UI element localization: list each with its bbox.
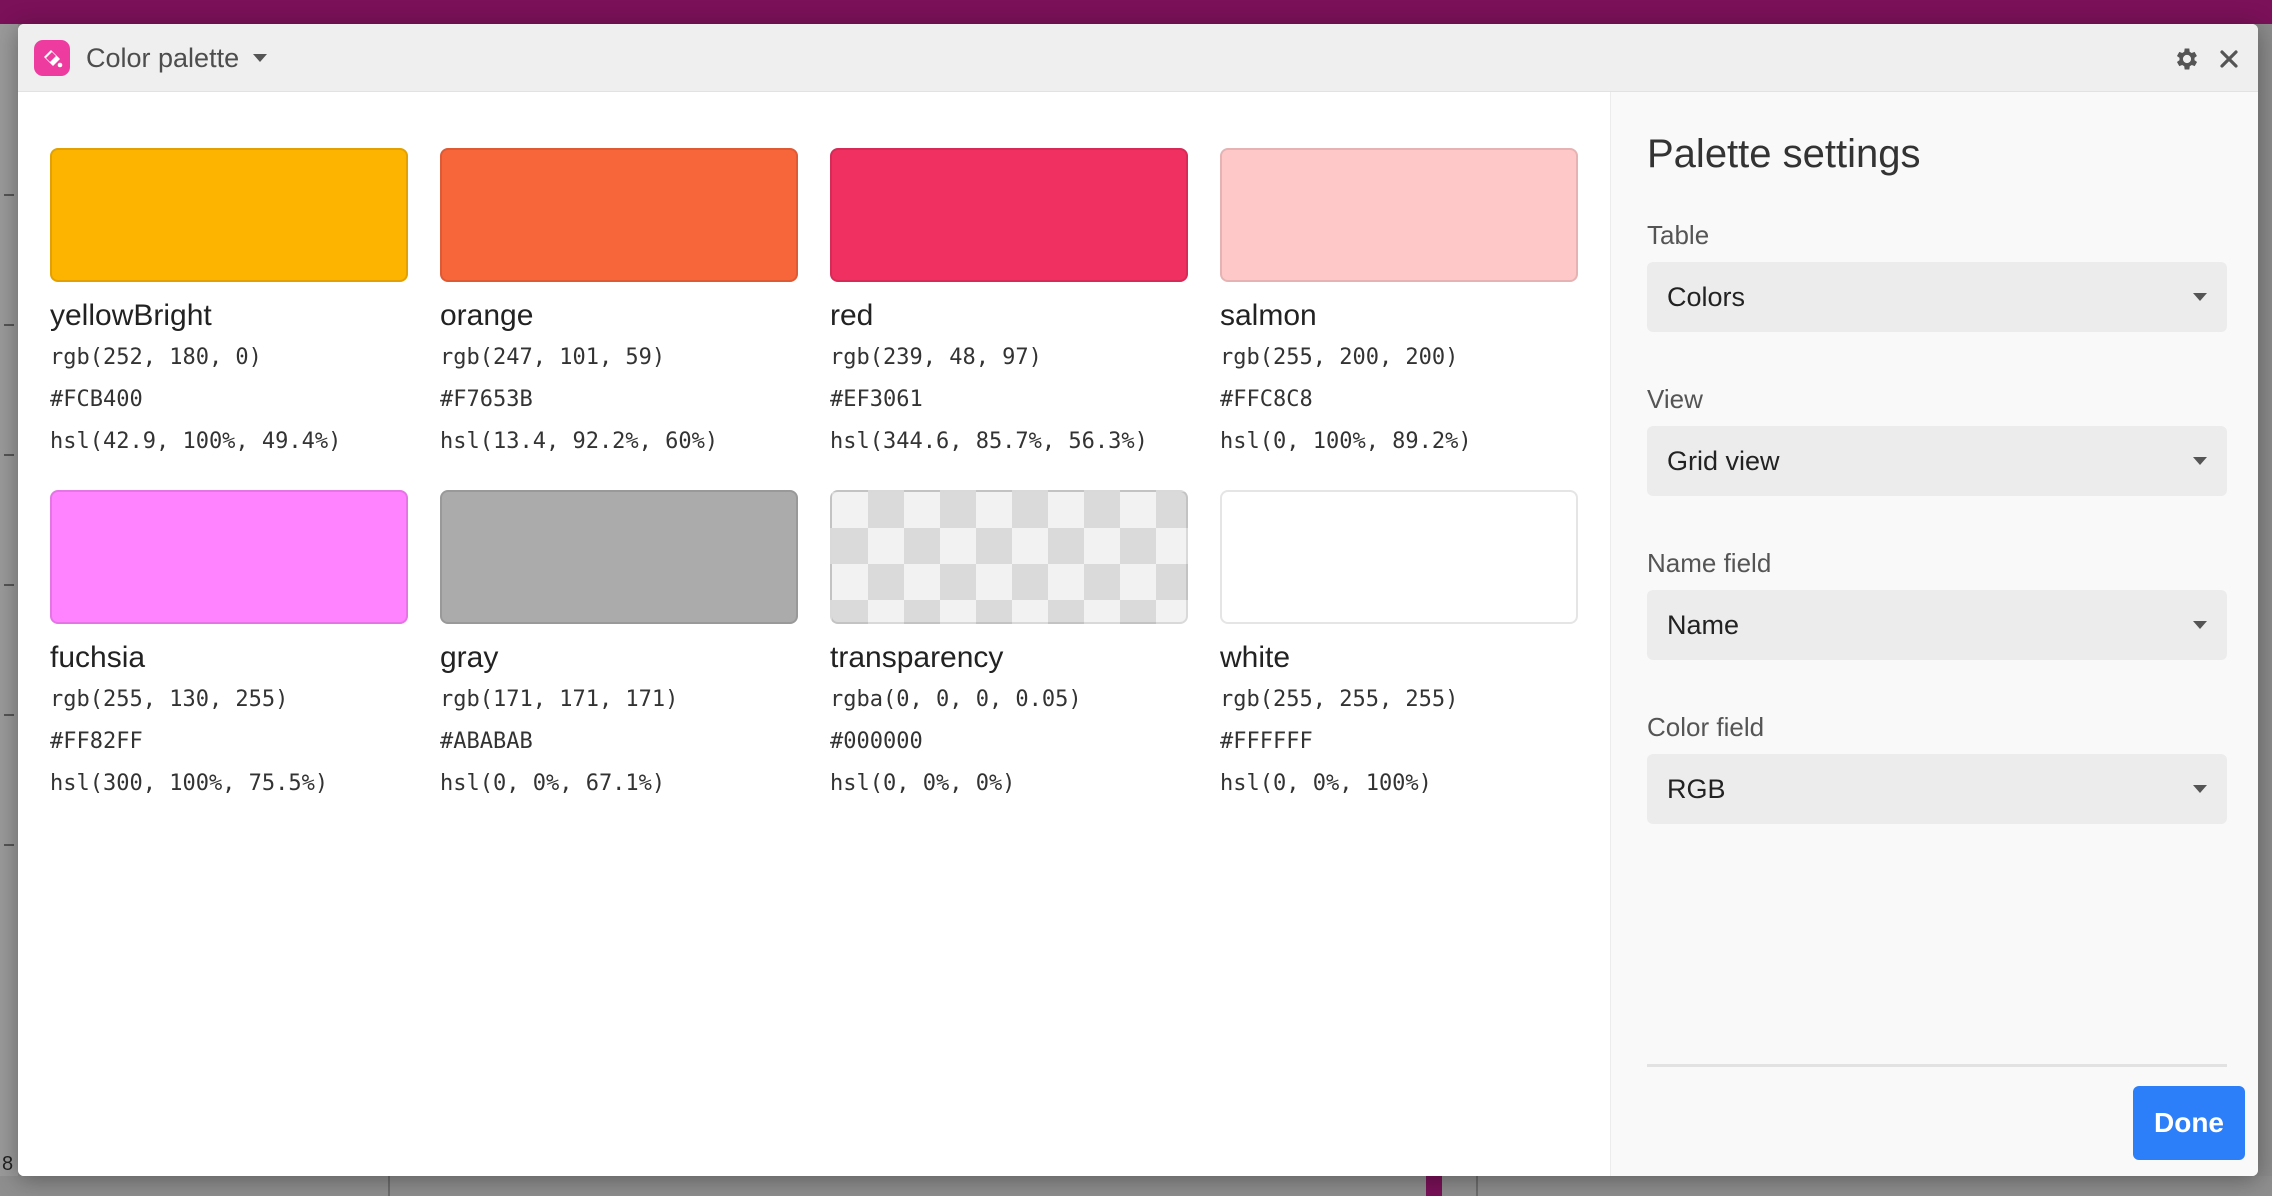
color-field-label: Color field bbox=[1647, 712, 1765, 742]
name-field-label: Name field bbox=[1647, 548, 1772, 578]
palette-settings-panel: Palette settings Table Colors View Grid … bbox=[1610, 92, 2258, 1176]
swatch-name: orange bbox=[440, 299, 534, 332]
swatch-hsl: hsl(13.4, 92.2%, 60%) bbox=[440, 429, 719, 454]
swatch-hsl: hsl(42.9, 100%, 49.4%) bbox=[50, 429, 342, 454]
swatch-rgb: rgb(252, 180, 0) bbox=[50, 345, 262, 370]
table-select[interactable]: Colors bbox=[1647, 262, 2227, 332]
swatch-card: salmon rgb(255, 200, 200) #FFC8C8 hsl(0,… bbox=[1220, 148, 1578, 478]
swatch-card: gray rgb(171, 171, 171) #ABABAB hsl(0, 0… bbox=[440, 490, 798, 820]
background-row-number: 8 bbox=[2, 1153, 14, 1175]
close-icon bbox=[2220, 50, 2238, 68]
color-swatch bbox=[50, 148, 408, 282]
chevron-down-icon bbox=[253, 54, 268, 62]
dialog-title: Color palette bbox=[86, 42, 240, 73]
done-button[interactable]: Done bbox=[2133, 1086, 2245, 1160]
swatch-hsl: hsl(0, 0%, 100%) bbox=[1220, 771, 1432, 796]
swatch-hex: #ABABAB bbox=[440, 729, 533, 754]
chevron-down-icon bbox=[2193, 457, 2207, 465]
color-field-select-value: RGB bbox=[1667, 773, 1726, 804]
swatch-hsl: hsl(0, 0%, 0%) bbox=[830, 771, 1016, 796]
swatch-rgb: rgb(247, 101, 59) bbox=[440, 345, 666, 370]
background-divider bbox=[388, 1176, 390, 1196]
swatch-card: red rgb(239, 48, 97) #EF3061 hsl(344.6, … bbox=[830, 148, 1188, 478]
settings-button[interactable] bbox=[2172, 44, 2202, 74]
background-grid-edge: 8 bbox=[0, 24, 18, 1196]
chevron-down-icon bbox=[2193, 621, 2207, 629]
gear-icon bbox=[2176, 48, 2198, 70]
chevron-down-icon bbox=[2193, 293, 2207, 301]
color-swatch bbox=[830, 148, 1188, 282]
swatch-rgb: rgb(239, 48, 97) bbox=[830, 345, 1042, 370]
swatch-card: yellowBright rgb(252, 180, 0) #FCB400 hs… bbox=[50, 148, 408, 478]
swatch-hex: #F7653B bbox=[440, 387, 533, 412]
color-swatch bbox=[440, 490, 798, 624]
color-swatch bbox=[440, 148, 798, 282]
swatch-name: yellowBright bbox=[50, 299, 212, 332]
background-grid-tick bbox=[4, 194, 14, 196]
background-top-bar bbox=[0, 0, 2272, 24]
background-bottom-strip bbox=[0, 1176, 2272, 1196]
swatch-name: salmon bbox=[1220, 299, 1317, 332]
swatch-rgb: rgb(255, 200, 200) bbox=[1220, 345, 1459, 370]
close-button[interactable] bbox=[2214, 44, 2244, 74]
background-grid-tick bbox=[4, 844, 14, 846]
view-select[interactable]: Grid view bbox=[1647, 426, 2227, 496]
swatch-card: fuchsia rgb(255, 130, 255) #FF82FF hsl(3… bbox=[50, 490, 408, 820]
background-accent-bar bbox=[1426, 1176, 1442, 1196]
swatch-card: white rgb(255, 255, 255) #FFFFFF hsl(0, … bbox=[1220, 490, 1578, 820]
swatch-hex: #000000 bbox=[830, 729, 923, 754]
background-grid-tick bbox=[4, 454, 14, 456]
swatch-hex: #FF82FF bbox=[50, 729, 143, 754]
settings-divider bbox=[1647, 1064, 2227, 1067]
settings-title: Palette settings bbox=[1647, 132, 1921, 176]
swatch-name: gray bbox=[440, 641, 499, 674]
palette-title-dropdown[interactable]: Color palette bbox=[86, 24, 268, 92]
swatch-hex: #EF3061 bbox=[830, 387, 923, 412]
swatch-hsl: hsl(0, 0%, 67.1%) bbox=[440, 771, 666, 796]
background-divider bbox=[1476, 1176, 1478, 1196]
name-field-select[interactable]: Name bbox=[1647, 590, 2227, 660]
background-grid-tick bbox=[4, 714, 14, 716]
table-select-value: Colors bbox=[1667, 281, 1746, 312]
swatch-card: orange rgb(247, 101, 59) #F7653B hsl(13.… bbox=[440, 148, 798, 478]
view-label: View bbox=[1647, 384, 1703, 414]
table-label: Table bbox=[1647, 220, 1710, 250]
swatch-name: transparency bbox=[830, 641, 1004, 674]
chevron-down-icon bbox=[2193, 785, 2207, 793]
swatch-rgb: rgba(0, 0, 0, 0.05) bbox=[830, 687, 1082, 712]
swatch-hsl: hsl(344.6, 85.7%, 56.3%) bbox=[830, 429, 1148, 454]
color-swatch bbox=[50, 490, 408, 624]
transparency-swatch bbox=[830, 490, 1188, 624]
view-select-value: Grid view bbox=[1667, 445, 1780, 476]
color-palette-dialog: Color palette yellowBright rgb(252, 180,… bbox=[18, 24, 2258, 1176]
palette-grid: yellowBright rgb(252, 180, 0) #FCB400 hs… bbox=[18, 92, 1610, 1176]
background-grid-tick bbox=[4, 324, 14, 326]
swatch-name: red bbox=[830, 299, 874, 332]
swatch-rgb: rgb(255, 130, 255) bbox=[50, 687, 289, 712]
swatch-hex: #FFC8C8 bbox=[1220, 387, 1313, 412]
color-swatch bbox=[1220, 148, 1578, 282]
swatch-hsl: hsl(0, 100%, 89.2%) bbox=[1220, 429, 1472, 454]
swatch-hex: #FCB400 bbox=[50, 387, 143, 412]
name-field-select-value: Name bbox=[1667, 609, 1740, 640]
dialog-header: Color palette bbox=[18, 24, 2258, 92]
swatch-name: white bbox=[1220, 641, 1291, 674]
paint-bucket-icon bbox=[34, 40, 70, 76]
color-field-select[interactable]: RGB bbox=[1647, 754, 2227, 824]
swatch-hsl: hsl(300, 100%, 75.5%) bbox=[50, 771, 329, 796]
swatch-rgb: rgb(171, 171, 171) bbox=[440, 687, 679, 712]
background-grid-tick bbox=[4, 584, 14, 586]
swatch-card: transparency rgba(0, 0, 0, 0.05) #000000… bbox=[830, 490, 1188, 820]
swatch-name: fuchsia bbox=[50, 641, 146, 674]
color-swatch bbox=[1220, 490, 1578, 624]
swatch-rgb: rgb(255, 255, 255) bbox=[1220, 687, 1459, 712]
swatch-hex: #FFFFFF bbox=[1220, 729, 1313, 754]
